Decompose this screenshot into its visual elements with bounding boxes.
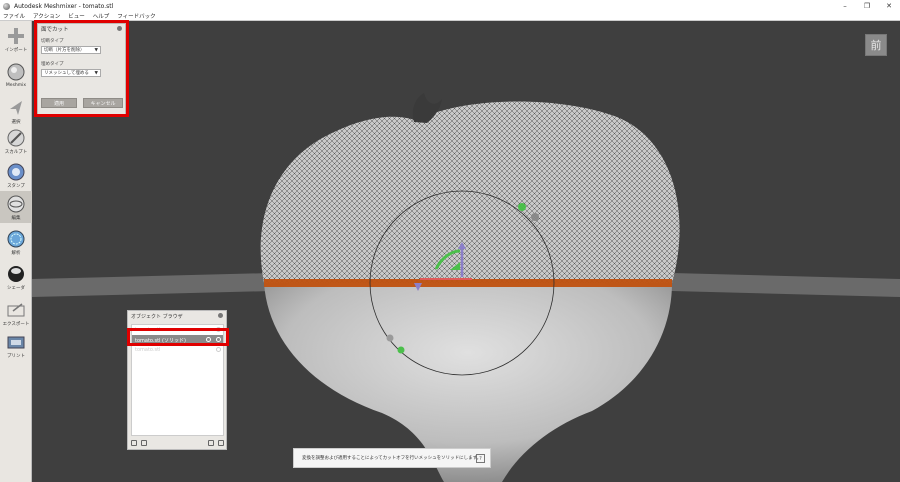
edit-icon (7, 195, 25, 213)
sphere-icon (7, 63, 25, 81)
close-button[interactable]: ✕ (878, 0, 900, 12)
tool-stamp[interactable]: スタンプ (0, 159, 32, 191)
menu-file[interactable]: ファイル (3, 12, 25, 20)
analysis-icon (7, 230, 25, 248)
duplicate-icon[interactable] (208, 439, 214, 446)
tool-label: スタンプ (7, 184, 25, 189)
history-icon[interactable] (141, 439, 147, 446)
cursor-icon (7, 99, 25, 117)
tool-label: プリント (7, 354, 25, 359)
tool-label: エクスポート (2, 322, 30, 327)
left-toolbar: インポート Meshmix 選択 スカルプト スタンプ 編集 解析 シェーダ エ… (0, 21, 32, 482)
trash-icon[interactable] (218, 439, 224, 446)
visibility-icon[interactable] (216, 347, 221, 352)
meshmixer-app-icon (3, 2, 10, 10)
gizmo-gray-handle-lower[interactable] (386, 334, 394, 342)
selected-object-highlight (127, 328, 229, 346)
tool-label: インポート (4, 48, 28, 53)
menu-action[interactable]: アクション (33, 12, 60, 20)
tool-import[interactable]: インポート (0, 23, 32, 55)
cut-seam (264, 279, 672, 287)
export-icon (7, 301, 25, 319)
object-browser-footer (131, 438, 224, 447)
plus-icon (7, 27, 25, 45)
menu-bar: ファイル アクション ビュー ヘルプ フィードバック (0, 12, 900, 21)
shader-icon (7, 265, 25, 283)
viewcube-label: 前 (870, 39, 882, 52)
tool-label: Meshmix (5, 83, 27, 88)
panel-highlight-frame (34, 20, 129, 117)
menu-view[interactable]: ビュー (68, 12, 85, 20)
tool-label: 解析 (11, 251, 21, 256)
help-button[interactable]: ? (476, 454, 485, 463)
tool-analysis[interactable]: 解析 (0, 226, 32, 258)
hint-bar: 変換を調整および適用することによってカットオフを行いメッシュをソリッドにします。… (293, 448, 491, 468)
tool-label: シェーダ (7, 286, 25, 291)
menu-help[interactable]: ヘルプ (93, 12, 110, 20)
gizmo-green-handle-lower[interactable] (397, 346, 405, 354)
tomato-top-mesh (260, 101, 680, 283)
tool-edit[interactable]: 編集 (0, 191, 32, 223)
title-bar: Autodesk Meshmixer - tomato.stl – ❐ ✕ (0, 0, 900, 12)
object-name: tomato.stl (135, 347, 161, 353)
object-browser-title: オブジェクト ブラウザ (131, 314, 183, 320)
tool-label: 編集 (11, 216, 21, 221)
gizmo-green-handle[interactable] (518, 203, 526, 211)
tool-meshmix[interactable]: Meshmix (0, 59, 32, 91)
tool-print[interactable]: プリント (0, 329, 32, 361)
gear-icon[interactable] (218, 313, 223, 318)
maximize-button[interactable]: ❐ (856, 0, 878, 12)
view-cube[interactable]: 前 (865, 34, 887, 56)
gizmo-gray-handle[interactable] (531, 213, 539, 221)
tool-sculpt[interactable]: スカルプト (0, 125, 32, 157)
hint-text: 変換を調整および適用することによってカットオフを行いメッシュをソリッドにします。 (302, 456, 482, 461)
tool-shader[interactable]: シェーダ (0, 261, 32, 293)
stamp-icon (7, 163, 25, 181)
minimize-button[interactable]: – (834, 0, 856, 12)
brush-icon (7, 129, 25, 147)
tool-label: スカルプト (4, 150, 28, 155)
menu-feedback[interactable]: フィードバック (117, 12, 155, 20)
list-item[interactable]: tomato.stl (132, 345, 223, 355)
tool-export[interactable]: エクスポート (0, 297, 32, 329)
tool-select[interactable]: 選択 (0, 95, 32, 127)
window-controls: – ❐ ✕ (834, 0, 900, 12)
cube-icon[interactable] (131, 439, 137, 446)
print-icon (7, 333, 25, 351)
object-browser-header: オブジェクト ブラウザ (128, 311, 226, 322)
window-title: Autodesk Meshmixer - tomato.stl (14, 2, 114, 10)
